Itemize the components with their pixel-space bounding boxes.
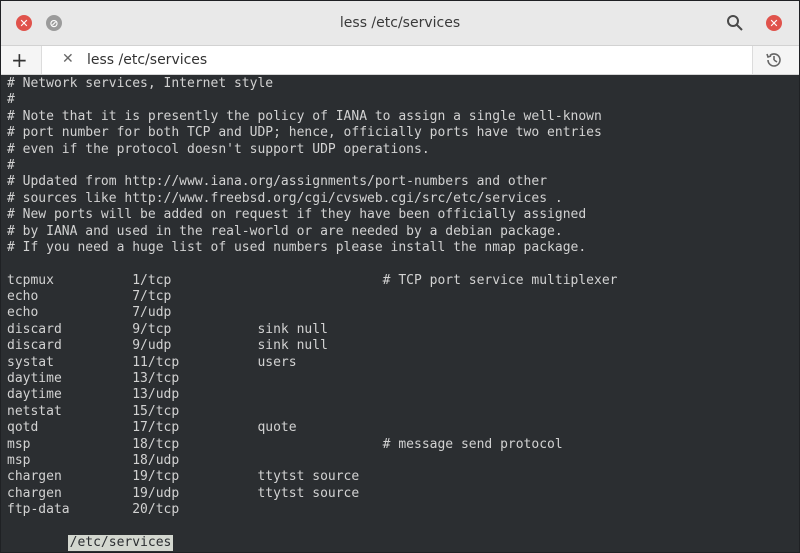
terminal-line: # even if the protocol doesn't support U…: [7, 141, 430, 157]
terminal-line: # port number for both TCP and UDP; henc…: [7, 125, 602, 141]
terminal-line: qotd 17/tcp quote: [7, 420, 297, 436]
terminal-line: msp 18/udp: [7, 452, 180, 468]
tab-label: less /etc/services: [87, 52, 208, 68]
terminal-line: # Network services, Internet style: [7, 76, 274, 91]
close-button[interactable]: ✕: [766, 15, 782, 31]
tab-close-button[interactable]: ✕: [62, 51, 74, 67]
terminal-line: netstat 15/tcp: [7, 403, 180, 419]
title-bar[interactable]: ✕ ⊘ less /etc/services ✕: [1, 1, 799, 46]
pager-status: /etc/services: [67, 534, 174, 552]
terminal-status-line: /etc/services: [7, 519, 799, 552]
new-tab-button[interactable]: +: [11, 48, 28, 72]
terminal-line: daytime 13/udp: [7, 387, 180, 403]
window-title: less /etc/services: [339, 15, 461, 31]
terminal-line: systat 11/tcp users: [7, 354, 297, 370]
tab-bar: + ✕ less /etc/services: [1, 46, 799, 75]
terminal-line: chargen 19/tcp ttytst source: [7, 469, 360, 485]
history-icon: [766, 53, 781, 67]
terminal-line: ftp-data 20/tcp: [7, 502, 180, 518]
terminal-line: # Note that it is presently the policy o…: [7, 108, 602, 124]
tab-less-etc-services[interactable]: ✕ less /etc/services: [41, 46, 753, 74]
search-button[interactable]: [725, 13, 745, 33]
terminal-window: ✕ ⊘ less /etc/services ✕ + ✕ less /etc/s…: [0, 0, 800, 553]
terminal-line: echo 7/udp: [7, 305, 172, 321]
terminal-line: # New ports will be added on request if …: [7, 207, 587, 223]
terminal-line: # If you need a huge list of used number…: [7, 239, 587, 255]
terminal-line: # sources like http://www.freebsd.org/cg…: [7, 190, 563, 206]
terminal-line: echo 7/tcp: [7, 289, 172, 305]
search-icon: [727, 15, 743, 31]
terminal-line: # by IANA and used in the real-world or …: [7, 223, 563, 239]
terminal-lines: # Network services, Internet style # # N…: [7, 76, 799, 552]
plus-icon: +: [11, 48, 28, 72]
terminal-line: tcpmux 1/tcp # TCP port service multiple…: [7, 272, 618, 288]
terminal-line: chargen 19/udp ttytst source: [7, 485, 360, 501]
terminal-line: discard 9/tcp sink null: [7, 321, 328, 337]
terminal-line: daytime 13/tcp: [7, 371, 180, 387]
terminal-line: msp 18/tcp # message send protocol: [7, 436, 563, 452]
terminal-line: discard 9/udp sink null: [7, 338, 328, 354]
terminal-output[interactable]: # Network services, Internet style # # N…: [1, 75, 799, 552]
terminal-line: # Updated from http://www.iana.org/assig…: [7, 174, 548, 190]
terminal-line: #: [7, 92, 15, 108]
close-icon: ✕: [769, 16, 779, 30]
history-button[interactable]: [765, 51, 783, 69]
terminal-line: #: [7, 157, 15, 173]
